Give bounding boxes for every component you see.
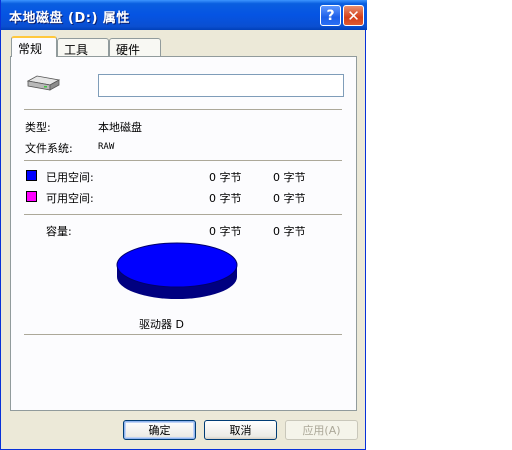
tab-tools[interactable]: 工具 (57, 38, 109, 57)
help-button[interactable]: ? (320, 5, 341, 26)
type-label: 类型: (25, 121, 51, 134)
disk-usage-pie-chart (116, 242, 238, 299)
cancel-button[interactable]: 取消 (204, 420, 277, 440)
drive-caption: 驱动器 D (139, 318, 184, 331)
capacity-bytes: 0 字节 (209, 225, 242, 238)
tab-general[interactable]: 常规 (11, 36, 57, 57)
apply-button[interactable]: 应用(A) (285, 420, 358, 440)
separator (24, 109, 342, 110)
properties-window: 本地磁盘 (D:) 属性 ? ✕ 常规 工具 硬件 类型: 本地磁盘 文件系统:… (0, 0, 367, 450)
separator (24, 214, 342, 215)
used-space-label: 已用空间: (46, 171, 94, 184)
close-icon: ✕ (347, 6, 360, 25)
help-icon: ? (326, 7, 335, 24)
used-space-swatch (26, 170, 37, 181)
used-space-bytes: 0 字节 (209, 171, 242, 184)
free-space-bytes: 0 字节 (209, 192, 242, 205)
hard-drive-icon (26, 75, 61, 91)
type-value: 本地磁盘 (98, 121, 142, 134)
capacity-size: 0 字节 (273, 225, 306, 238)
close-button[interactable]: ✕ (343, 5, 364, 26)
free-space-size: 0 字节 (273, 192, 306, 205)
free-space-label: 可用空间: (46, 192, 94, 205)
ok-button[interactable]: 确定 (123, 420, 196, 440)
separator (24, 334, 342, 335)
volume-label-input[interactable] (98, 74, 344, 97)
general-tab-panel: 类型: 本地磁盘 文件系统: RAW 已用空间: 0 字节 0 字节 可用空间:… (10, 56, 357, 411)
file-system-label: 文件系统: (25, 142, 73, 155)
free-space-swatch (26, 191, 37, 202)
pie-top (116, 242, 238, 288)
used-space-size: 0 字节 (273, 171, 306, 184)
window-title: 本地磁盘 (D:) 属性 (9, 11, 130, 26)
separator (24, 160, 342, 161)
file-system-value: RAW (98, 142, 115, 152)
capacity-label: 容量: (46, 225, 72, 238)
tab-hardware[interactable]: 硬件 (109, 38, 161, 57)
title-bar[interactable]: 本地磁盘 (D:) 属性 ? ✕ (1, 0, 367, 30)
